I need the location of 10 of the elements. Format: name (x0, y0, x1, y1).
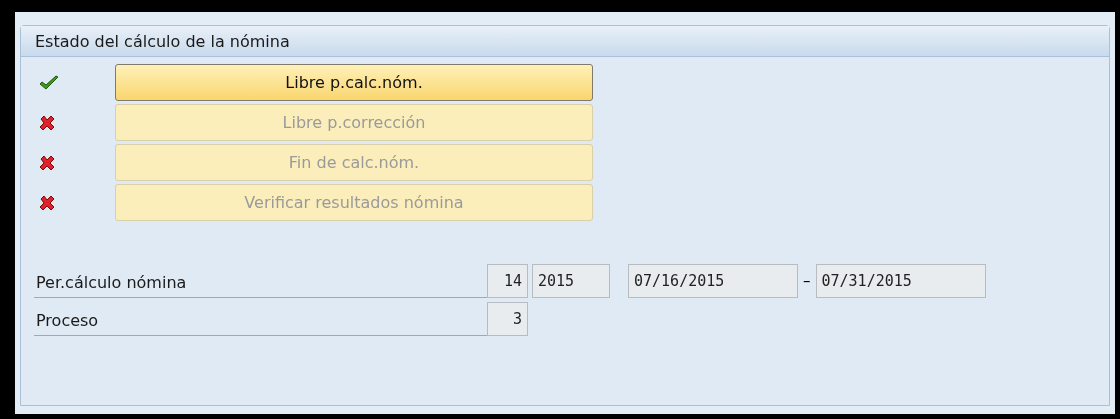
input-field[interactable]: 3 (487, 302, 528, 336)
field-label: Proceso (34, 309, 487, 336)
field-label: Per.cálculo nómina (34, 271, 487, 298)
input-field[interactable]: 2015 (532, 264, 610, 298)
input-field[interactable]: 14 (487, 264, 528, 298)
range-dash: – (802, 270, 812, 292)
input-field[interactable]: 07/31/2015 (815, 264, 986, 298)
input-field[interactable]: 07/16/2015 (628, 264, 798, 298)
step-button[interactable]: Libre p.calc.nóm. (115, 64, 593, 101)
group-title: Estado del cálculo de la nómina (21, 26, 1109, 57)
